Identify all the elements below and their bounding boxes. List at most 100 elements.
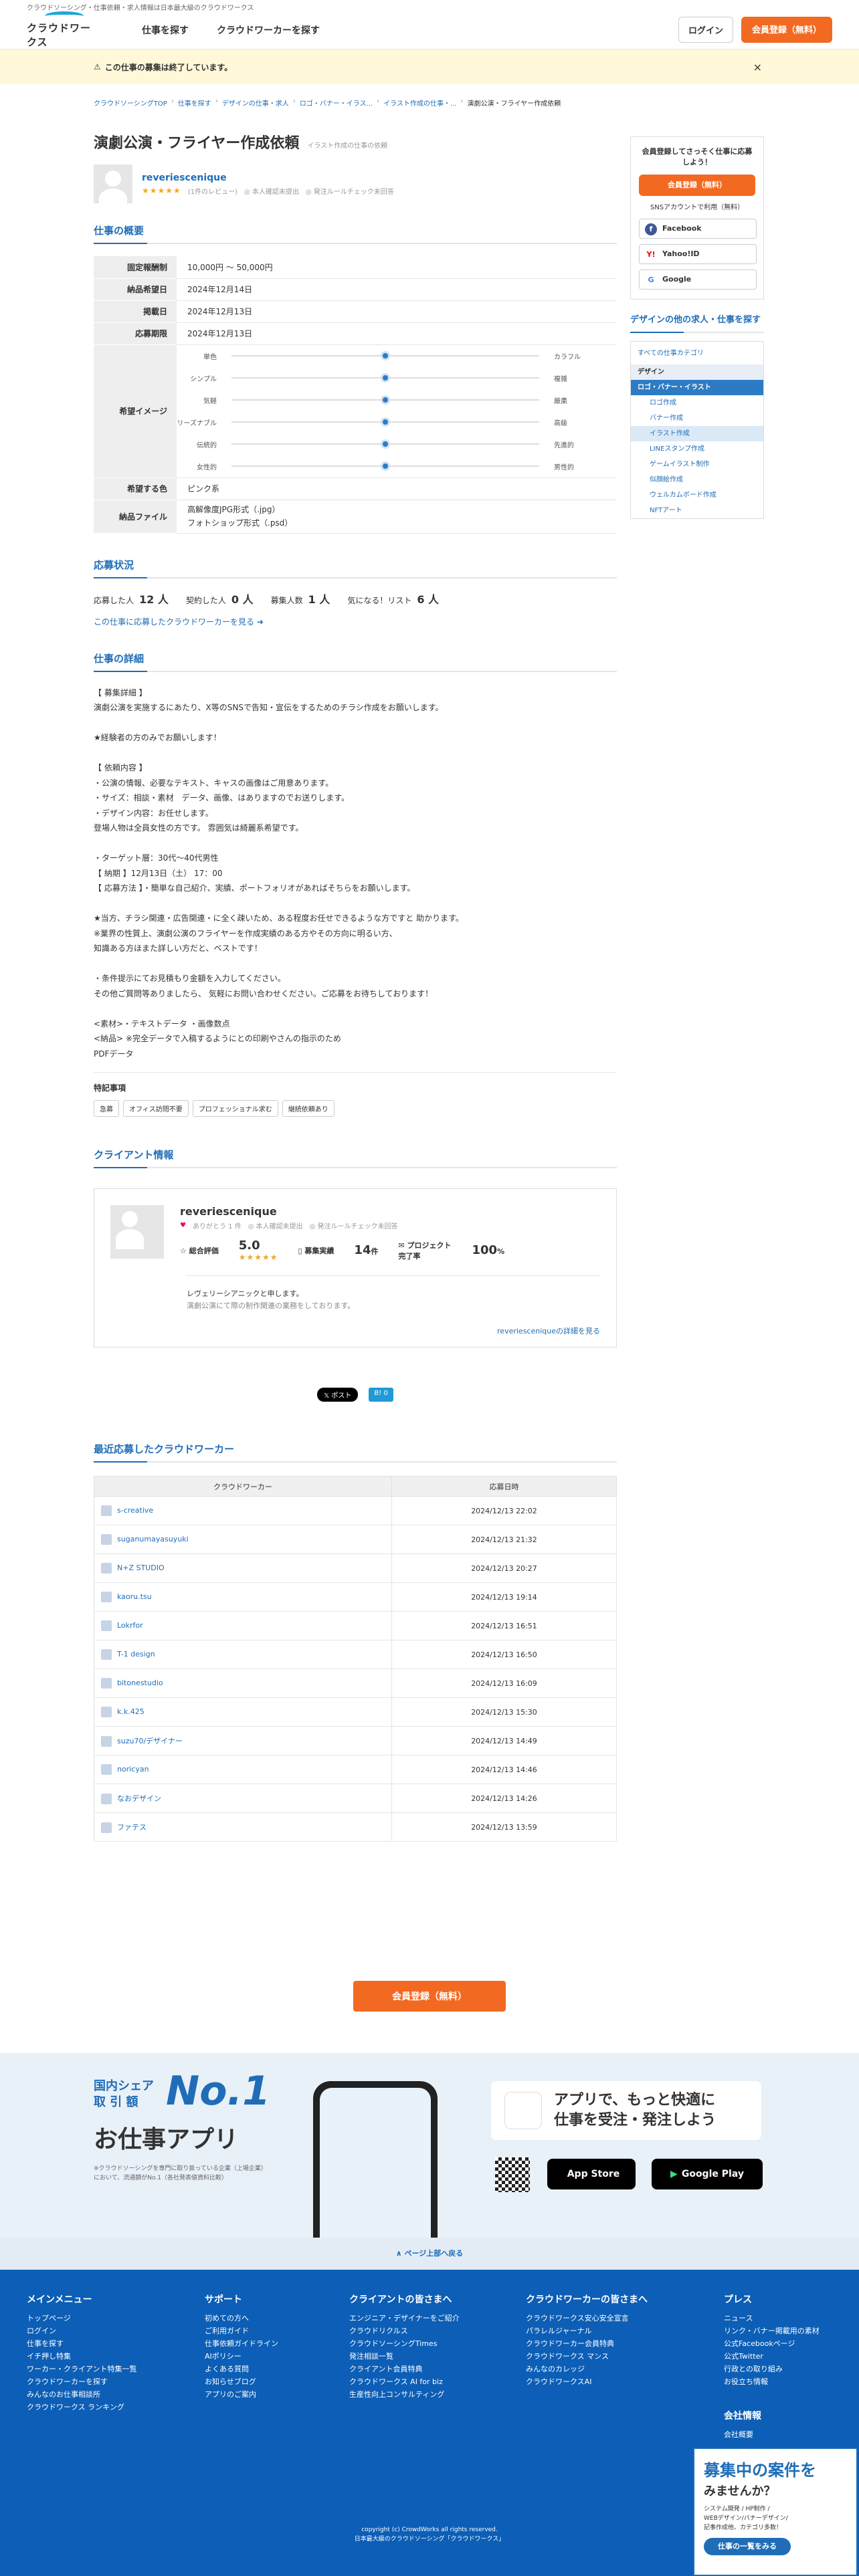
crumb-5[interactable]: イラスト作成の仕事・... (383, 98, 456, 108)
footer-link[interactable]: ニュース (724, 2312, 820, 2325)
crumb-4[interactable]: ロゴ・バナー・イラス... (300, 98, 373, 108)
footer-link[interactable]: 行政との取り組み (724, 2363, 820, 2375)
worker-name[interactable]: T-1 design (117, 1650, 155, 1658)
footer-link[interactable]: クラウドリクルス (349, 2325, 460, 2337)
rating-value: 5.0 (238, 1239, 260, 1253)
register-cta-button[interactable]: 会員登録（無料） (353, 1981, 506, 2012)
footer-link[interactable]: よくある質問 (205, 2363, 278, 2375)
slider-handle (381, 417, 390, 427)
client-name[interactable]: reveriescenique (180, 1205, 600, 1218)
yahoo-button[interactable]: Y! Yahoo!ID (639, 244, 757, 264)
footer-link[interactable]: 会社概要 (724, 2428, 761, 2441)
category-item[interactable]: 似顔絵作成 (631, 472, 763, 488)
footer-link[interactable]: みんなのお仕事相談所 (27, 2388, 137, 2401)
facebook-button[interactable]: f Facebook (639, 219, 757, 239)
applicants-link[interactable]: この仕事に応募したクラウドワーカーを見る ➜ (94, 616, 617, 627)
x-post-button[interactable]: 𝕏 ポスト (317, 1388, 359, 1402)
nav-find-workers[interactable]: クラウドワーカーを探す (217, 23, 320, 37)
footer-link[interactable]: クラウドソーシングTimes (349, 2337, 460, 2350)
footer-link[interactable]: 生産性向上コンサルティング (349, 2388, 460, 2401)
footer-link[interactable]: クラウドワークス安心安全宣言 (526, 2312, 648, 2325)
footer-link[interactable]: 仕事依頼ガイドライン (205, 2337, 278, 2350)
hatena-bookmark-button[interactable]: B! 0 (369, 1388, 393, 1402)
category-item[interactable]: イラスト作成 (631, 426, 763, 441)
footer-link[interactable]: クラウドワークス ランキング (27, 2401, 137, 2413)
footer-link[interactable]: エンジニア・デザイナーをご紹介 (349, 2312, 460, 2325)
footer-link[interactable]: AIポリシー (205, 2350, 278, 2363)
footer-link[interactable]: リンク・バナー掲載用の素材 (724, 2325, 820, 2337)
client-avatar[interactable] (110, 1205, 164, 1259)
files-value: 高解像度JPG形式（.jpg） フォトショップ形式（.psd） (177, 500, 617, 534)
app-store-button[interactable]: App Store (547, 2159, 636, 2189)
footer-link[interactable]: クラウドワーカー会員特典 (526, 2337, 648, 2350)
close-icon[interactable]: × (753, 61, 762, 74)
login-button[interactable]: ログイン (678, 17, 733, 43)
footer-link[interactable]: ご利用ガイド (205, 2325, 278, 2337)
review-count[interactable]: (1件のレビュー) (188, 186, 237, 196)
google-button[interactable]: G Google (639, 270, 757, 290)
category-item[interactable]: ゲームイラスト制作 (631, 457, 763, 472)
category-item[interactable]: ロゴ作成 (631, 395, 763, 411)
footer-link[interactable]: クラウドワークス AI for biz (349, 2375, 460, 2388)
category-item[interactable]: すべての仕事カテゴリ (631, 342, 763, 364)
banner-button[interactable]: 仕事の一覧をみる (704, 2538, 791, 2555)
client-detail-link[interactable]: reveriesceniqueの詳細を見る (110, 1325, 600, 1336)
crumb-3[interactable]: デザインの仕事・求人 (222, 98, 289, 108)
footer-link[interactable]: アプリのご案内 (205, 2388, 278, 2401)
heart-icon: ♥ (180, 1222, 186, 1229)
crumb-1[interactable]: クラウドソーシングTOP (94, 98, 167, 108)
worker-name[interactable]: suzu70/デザイナー (117, 1737, 183, 1745)
page-top-link[interactable]: ∧ ページ上部へ戻る (0, 2238, 859, 2270)
category-item[interactable]: ウェルカムボード作成 (631, 488, 763, 503)
worker-name[interactable]: noricyan (117, 1765, 149, 1774)
avatar[interactable] (94, 165, 132, 203)
register-button[interactable]: 会員登録（無料） (741, 17, 832, 43)
tags: 急募 オフィス訪問不要 プロフェッショナル求む 継続依頼あり (94, 1100, 617, 1117)
footer-link[interactable]: みんなのカレッジ (526, 2363, 648, 2375)
image-label: 希望イメージ (94, 344, 177, 478)
worker-name[interactable]: s-creative (117, 1506, 153, 1515)
image-slider: シンプル 複雑 (177, 367, 617, 389)
footer-link[interactable]: 初めての方へ (205, 2312, 278, 2325)
footer-link[interactable]: クライアント会員特典 (349, 2363, 460, 2375)
job-list-banner[interactable]: 募集中の案件を みませんか？ システム開発 / HP制作 / WEBデザイン/バナ… (693, 2448, 858, 2576)
footer-link[interactable]: 発注相談一覧 (349, 2350, 460, 2363)
footer-link[interactable]: ログイン (27, 2325, 137, 2337)
google-play-button[interactable]: ▶ Google Play (652, 2159, 763, 2189)
category-item[interactable]: LINEスタンプ作成 (631, 441, 763, 457)
poster-name[interactable]: reveriescenique (142, 173, 394, 183)
footer-link[interactable]: クラウドワークス マンス (526, 2350, 648, 2363)
footer-link[interactable]: クラウドワークスAI (526, 2375, 648, 2388)
sidebar-register-button[interactable]: 会員登録（無料） (639, 175, 755, 196)
logo[interactable]: クラウドワークス (27, 11, 102, 49)
category-tag[interactable]: イラスト作成の仕事の依頼 (307, 140, 387, 150)
worker-name[interactable]: Lokrfor (117, 1621, 143, 1630)
apply-limit-value: 2024年12月13日 (177, 322, 617, 345)
worker-name[interactable]: kaoru.tsu (117, 1592, 152, 1601)
crumb-2[interactable]: 仕事を探す (178, 98, 211, 108)
nav-find-jobs[interactable]: 仕事を探す (142, 23, 189, 37)
worker-name[interactable]: suganumayasuyuki (117, 1535, 189, 1543)
worker-name[interactable]: k.k.425 (117, 1707, 145, 1716)
deadline-value: 2024年12月14日 (177, 278, 617, 301)
footer-link[interactable]: ワーカー・クライアント特集一覧 (27, 2363, 137, 2375)
footer-link[interactable]: トップページ (27, 2312, 137, 2325)
footer-link[interactable]: お知らせブログ (205, 2375, 278, 2388)
footer-link[interactable]: 仕事を探す (27, 2337, 137, 2350)
category-item[interactable]: バナー作成 (631, 411, 763, 426)
worker-name[interactable]: bitonestudio (117, 1679, 163, 1687)
footer-link[interactable]: パラレルジャーナル (526, 2325, 648, 2337)
table-row: s-creative 2024/12/13 22:02 (94, 1496, 617, 1525)
worker-name[interactable]: なおデザイン (117, 1794, 161, 1803)
footer-link[interactable]: イチ押し特集 (27, 2350, 137, 2363)
category-item[interactable]: デザイン (631, 364, 763, 380)
footer-link[interactable]: 公式Facebookページ (724, 2337, 820, 2350)
category-item[interactable]: NFTアート (631, 503, 763, 518)
footer-link[interactable]: クラウドワーカーを探す (27, 2375, 137, 2388)
category-item[interactable]: ロゴ・バナー・イラスト (631, 380, 763, 395)
footer-link[interactable]: 公式Twitter (724, 2350, 820, 2363)
worker-name[interactable]: ファテス (117, 1823, 147, 1832)
overview-table: 固定報酬制 10,000円 〜 50,000円 納品希望日 2024年12月14日 … (94, 256, 617, 534)
footer-link[interactable]: お役立ち情報 (724, 2375, 820, 2388)
worker-name[interactable]: N+Z STUDIO (117, 1564, 165, 1572)
